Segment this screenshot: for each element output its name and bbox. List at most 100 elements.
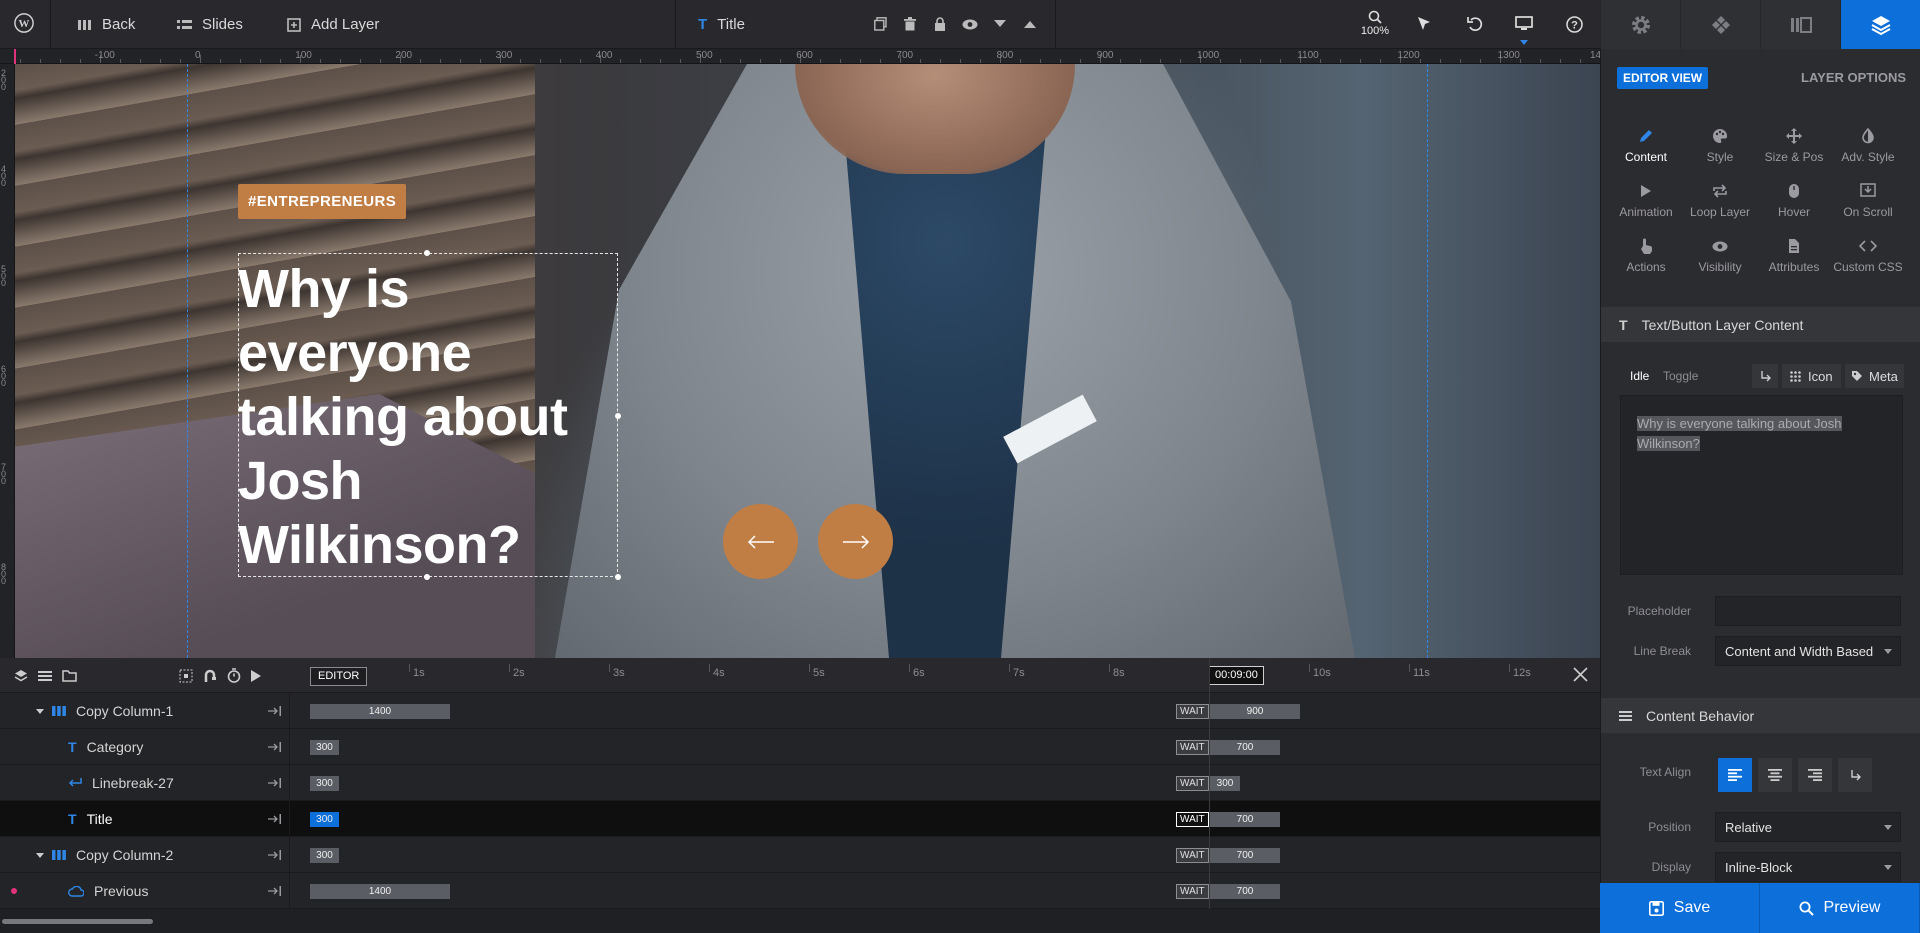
- wait-marker[interactable]: WAIT: [1176, 884, 1209, 899]
- linebreak-insert-button[interactable]: [1752, 364, 1778, 388]
- timeline-row-name[interactable]: Previous: [68, 873, 148, 909]
- slides-button[interactable]: Slides: [177, 0, 243, 49]
- timeline-end-bar[interactable]: 300: [1210, 776, 1240, 791]
- timeline-start-bar[interactable]: 300: [310, 812, 339, 827]
- device-dropdown-indicator[interactable]: [1520, 40, 1528, 45]
- undo-icon[interactable]: [1465, 14, 1485, 34]
- wait-marker[interactable]: WAIT: [1176, 740, 1209, 755]
- timeline-row[interactable]: T Category 300 WAIT 700: [0, 729, 1600, 765]
- timeline-end-bar[interactable]: 700: [1210, 884, 1280, 899]
- back-button[interactable]: Back: [78, 0, 135, 49]
- timeline-start-bar[interactable]: 300: [310, 776, 339, 791]
- jump-to-end-icon[interactable]: [268, 742, 282, 752]
- timeline-row-name[interactable]: Linebreak-27: [68, 765, 174, 801]
- move-down-icon[interactable]: [990, 14, 1010, 34]
- display-select[interactable]: Inline-Block: [1715, 852, 1901, 882]
- next-slide-button[interactable]: [818, 504, 893, 579]
- timeline-row-label-area[interactable]: T Title: [0, 801, 290, 837]
- expand-arrow-icon[interactable]: [36, 709, 44, 714]
- tab-size-pos[interactable]: Size & Pos: [1757, 125, 1831, 164]
- linebreak-select[interactable]: Content and Width Based: [1715, 636, 1901, 666]
- timeline-end-bar[interactable]: 900: [1210, 704, 1300, 719]
- align-left-button[interactable]: [1718, 758, 1752, 792]
- timeline-row[interactable]: Copy Column-2 300 WAIT 700: [0, 837, 1600, 873]
- content-section-header[interactable]: T Text/Button Layer Content: [1601, 307, 1920, 342]
- close-timeline-icon[interactable]: [1573, 667, 1588, 682]
- tab-layers[interactable]: [1840, 0, 1920, 49]
- jump-to-end-icon[interactable]: [268, 850, 282, 860]
- icon-insert-button[interactable]: Icon: [1782, 364, 1841, 388]
- timeline-row[interactable]: Copy Column-1 1400 WAIT 900: [0, 693, 1600, 729]
- timeline-row[interactable]: T Title 300 WAIT 700: [0, 801, 1600, 837]
- add-layer-button[interactable]: Add Layer: [287, 0, 379, 49]
- save-button[interactable]: Save: [1600, 883, 1760, 933]
- align-center-button[interactable]: [1758, 758, 1792, 792]
- duplicate-icon[interactable]: [870, 14, 890, 34]
- jump-to-end-icon[interactable]: [268, 706, 282, 716]
- lock-icon[interactable]: [930, 14, 950, 34]
- timeline-row-name[interactable]: Copy Column-2: [52, 837, 173, 873]
- timeline-start-bar[interactable]: 1400: [310, 704, 450, 719]
- jump-to-end-icon[interactable]: [268, 886, 282, 896]
- behavior-section-header[interactable]: Content Behavior: [1601, 698, 1920, 733]
- tab-on-scroll[interactable]: On Scroll: [1831, 180, 1905, 219]
- wait-marker[interactable]: WAIT: [1176, 812, 1209, 827]
- timeline-row[interactable]: Previous 1400 WAIT 700: [0, 873, 1600, 909]
- timeline-row-label-area[interactable]: Linebreak-27: [0, 765, 290, 801]
- desktop-view-icon[interactable]: [1514, 14, 1534, 34]
- tab-style[interactable]: Style: [1683, 125, 1757, 164]
- eye-icon[interactable]: [960, 14, 980, 34]
- wait-marker[interactable]: WAIT: [1176, 776, 1209, 791]
- wait-marker[interactable]: WAIT: [1176, 704, 1209, 719]
- content-textarea[interactable]: Why is everyone talking about Josh Wilki…: [1620, 395, 1903, 575]
- resize-handle[interactable]: [424, 250, 430, 256]
- tab-animation[interactable]: Animation: [1609, 180, 1683, 219]
- current-time-indicator[interactable]: 00:09:00: [1209, 666, 1264, 685]
- slide-title[interactable]: Why is everyone talking about Josh Wilki…: [238, 257, 618, 577]
- timeline-scrollbar-track[interactable]: [0, 909, 1600, 933]
- wordpress-logo-icon[interactable]: W: [14, 13, 34, 33]
- jump-to-end-icon[interactable]: [268, 778, 282, 788]
- tab-adv-style[interactable]: Adv. Style: [1831, 125, 1905, 164]
- tab-custom-css[interactable]: Custom CSS: [1831, 235, 1905, 274]
- timeline-row-label-area[interactable]: Copy Column-2: [0, 837, 290, 873]
- timeline-start-bar[interactable]: 300: [310, 848, 339, 863]
- jump-to-end-icon[interactable]: [268, 814, 282, 824]
- previous-slide-button[interactable]: [723, 504, 798, 579]
- meta-insert-button[interactable]: Meta: [1845, 364, 1904, 388]
- tab-loop-layer[interactable]: Loop Layer: [1683, 180, 1757, 219]
- timeline-end-bar[interactable]: 700: [1210, 848, 1280, 863]
- timeline-end-bar[interactable]: 700: [1210, 740, 1280, 755]
- align-inherit-button[interactable]: [1838, 758, 1872, 792]
- timeline-start-bar[interactable]: 300: [310, 740, 339, 755]
- timeline-end-bar[interactable]: 700: [1210, 812, 1280, 827]
- tab-slides-library[interactable]: [1760, 0, 1840, 49]
- timeline-start-bar[interactable]: 1400: [310, 884, 450, 899]
- expand-arrow-icon[interactable]: [36, 853, 44, 858]
- placeholder-input[interactable]: [1715, 596, 1901, 626]
- preview-button[interactable]: Preview: [1760, 883, 1920, 933]
- category-tag[interactable]: #ENTREPRENEURS: [238, 184, 407, 219]
- timeline-scale[interactable]: 1s 2s 3s 4s 5s 6s 7s 8s 10s 11s 12s: [0, 658, 1600, 693]
- timeline-row-name[interactable]: T Category: [68, 729, 143, 765]
- timeline-row-label-area[interactable]: T Category: [0, 729, 290, 765]
- timeline-row[interactable]: Linebreak-27 300 WAIT 300: [0, 765, 1600, 801]
- zoom-control[interactable]: 100%: [1360, 10, 1390, 42]
- timeline-row-label-area[interactable]: Previous: [0, 873, 290, 909]
- tab-actions[interactable]: Actions: [1609, 235, 1683, 274]
- tab-settings[interactable]: [1600, 0, 1680, 49]
- position-select[interactable]: Relative: [1715, 812, 1901, 842]
- timeline-scrollbar-thumb[interactable]: [2, 919, 153, 924]
- pointer-icon[interactable]: [1414, 14, 1434, 34]
- move-up-icon[interactable]: [1020, 14, 1040, 34]
- tab-hover[interactable]: Hover: [1757, 180, 1831, 219]
- toggle-tab[interactable]: Toggle: [1663, 369, 1698, 383]
- trash-icon[interactable]: [900, 14, 920, 34]
- tab-navigation[interactable]: [1680, 0, 1760, 49]
- idle-tab[interactable]: Idle: [1630, 369, 1649, 383]
- tab-content[interactable]: Content: [1609, 125, 1683, 164]
- timeline-row-name[interactable]: Copy Column-1: [52, 693, 173, 729]
- help-icon[interactable]: ?: [1564, 14, 1584, 34]
- wait-marker[interactable]: WAIT: [1176, 848, 1209, 863]
- align-right-button[interactable]: [1798, 758, 1832, 792]
